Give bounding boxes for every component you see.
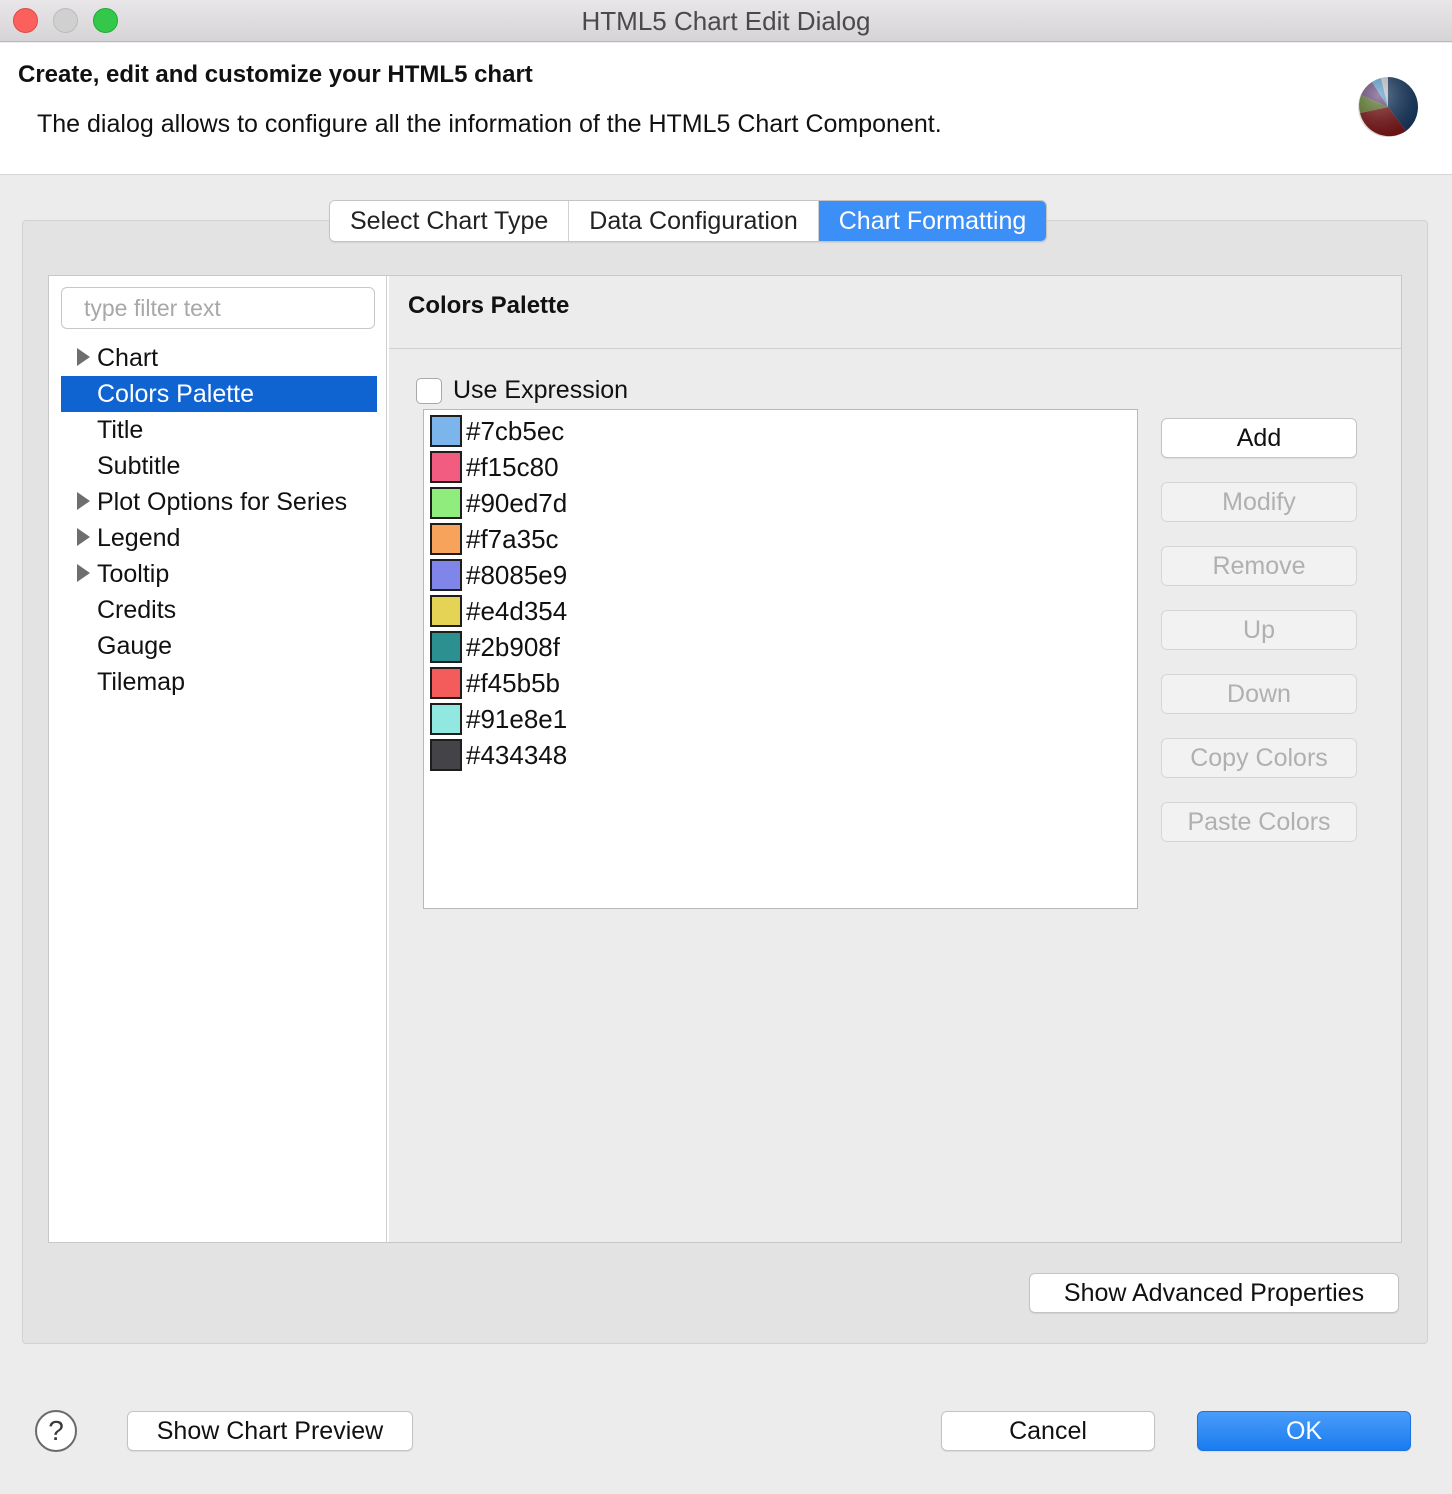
move-down-button[interactable]: Down bbox=[1161, 674, 1357, 714]
tree-item-plot-options[interactable]: Plot Options for Series bbox=[61, 484, 377, 520]
paste-colors-button[interactable]: Paste Colors bbox=[1161, 802, 1357, 842]
move-up-button[interactable]: Up bbox=[1161, 610, 1357, 650]
color-list-item[interactable]: #f45b5b bbox=[424, 665, 1137, 701]
color-value: #f7a35c bbox=[466, 523, 559, 554]
show-advanced-properties-button[interactable]: Show Advanced Properties bbox=[1029, 1273, 1399, 1313]
add-color-button[interactable]: Add bbox=[1161, 418, 1357, 458]
tree-item-tooltip[interactable]: Tooltip bbox=[61, 556, 377, 592]
tree-item-label: Chart bbox=[97, 344, 159, 372]
expand-arrow-icon[interactable] bbox=[77, 492, 90, 510]
tree-item-subtitle[interactable]: Subtitle bbox=[61, 448, 377, 484]
ok-button[interactable]: OK bbox=[1197, 1411, 1411, 1451]
use-expression-label: Use Expression bbox=[453, 376, 629, 404]
property-tree-pane: Chart Colors Palette Title Subtitle Plot… bbox=[49, 276, 387, 1242]
color-swatch bbox=[430, 487, 462, 519]
color-list-item[interactable]: #90ed7d bbox=[424, 485, 1137, 521]
property-tree: Chart Colors Palette Title Subtitle Plot… bbox=[61, 340, 377, 700]
show-chart-preview-button[interactable]: Show Chart Preview bbox=[127, 1411, 413, 1451]
modify-color-button[interactable]: Modify bbox=[1161, 482, 1357, 522]
color-swatch bbox=[430, 667, 462, 699]
remove-color-button[interactable]: Remove bbox=[1161, 546, 1357, 586]
formatting-content: Chart Colors Palette Title Subtitle Plot… bbox=[48, 275, 1402, 1243]
color-value: #90ed7d bbox=[466, 487, 568, 518]
color-list[interactable]: #7cb5ec #f15c80 #90ed7d #f7a35c #8085e9 … bbox=[423, 409, 1138, 909]
color-list-item[interactable]: #7cb5ec bbox=[424, 413, 1137, 449]
tree-item-label: Legend bbox=[97, 524, 181, 552]
tab-select-chart-type[interactable]: Select Chart Type bbox=[330, 201, 570, 241]
section-divider bbox=[389, 348, 1401, 349]
tab-chart-formatting[interactable]: Chart Formatting bbox=[818, 201, 1047, 241]
color-value: #e4d354 bbox=[466, 595, 568, 626]
use-expression-checkbox[interactable] bbox=[416, 377, 442, 404]
tree-item-label: Credits bbox=[97, 596, 177, 624]
colors-palette-pane: Colors Palette Use Expression #7cb5ec #f… bbox=[389, 276, 1401, 1242]
tab-data-configuration[interactable]: Data Configuration bbox=[569, 201, 819, 241]
help-icon[interactable]: ? bbox=[35, 1410, 77, 1452]
color-value: #7cb5ec bbox=[466, 415, 565, 446]
color-value: #434348 bbox=[466, 739, 568, 770]
dialog-header: Create, edit and customize your HTML5 ch… bbox=[0, 43, 1452, 175]
window-title: HTML5 Chart Edit Dialog bbox=[581, 6, 871, 36]
expand-arrow-icon[interactable] bbox=[77, 564, 90, 582]
color-swatch bbox=[430, 523, 462, 555]
color-swatch bbox=[430, 703, 462, 735]
copy-colors-button[interactable]: Copy Colors bbox=[1161, 738, 1357, 778]
tree-item-tilemap[interactable]: Tilemap bbox=[61, 664, 377, 700]
tree-item-label: Colors Palette bbox=[97, 380, 255, 408]
color-value: #2b908f bbox=[466, 631, 560, 662]
tree-item-credits[interactable]: Credits bbox=[61, 592, 377, 628]
color-swatch bbox=[430, 415, 462, 447]
color-list-item[interactable]: #91e8e1 bbox=[424, 701, 1137, 737]
tree-item-label: Tooltip bbox=[97, 560, 170, 588]
color-list-item[interactable]: #f15c80 bbox=[424, 449, 1137, 485]
tree-item-label: Subtitle bbox=[97, 452, 181, 480]
tree-item-colors-palette[interactable]: Colors Palette bbox=[61, 376, 377, 412]
tree-item-label: Gauge bbox=[97, 632, 173, 660]
color-value: #f45b5b bbox=[466, 667, 560, 698]
color-value: #91e8e1 bbox=[466, 703, 568, 734]
tree-item-gauge[interactable]: Gauge bbox=[61, 628, 377, 664]
expand-arrow-icon[interactable] bbox=[77, 528, 90, 546]
color-swatch bbox=[430, 739, 462, 771]
color-swatch bbox=[430, 595, 462, 627]
filter-input[interactable] bbox=[61, 287, 375, 329]
tree-item-title[interactable]: Title bbox=[61, 412, 377, 448]
window-titlebar: HTML5 Chart Edit Dialog bbox=[0, 0, 1452, 42]
color-swatch bbox=[430, 559, 462, 591]
tree-item-label: Title bbox=[97, 416, 144, 444]
cancel-button[interactable]: Cancel bbox=[941, 1411, 1155, 1451]
color-list-item[interactable]: #8085e9 bbox=[424, 557, 1137, 593]
color-value: #8085e9 bbox=[466, 559, 568, 590]
tab-bar: Select Chart Type Data Configuration Cha… bbox=[329, 200, 1048, 242]
color-value: #f15c80 bbox=[466, 451, 559, 482]
tree-item-legend[interactable]: Legend bbox=[61, 520, 377, 556]
color-list-item[interactable]: #f7a35c bbox=[424, 521, 1137, 557]
use-expression-control[interactable]: Use Expression bbox=[416, 376, 628, 405]
color-list-item[interactable]: #e4d354 bbox=[424, 593, 1137, 629]
pie-chart-icon bbox=[1358, 77, 1418, 137]
tree-item-chart[interactable]: Chart bbox=[61, 340, 377, 376]
color-swatch bbox=[430, 631, 462, 663]
color-list-item[interactable]: #434348 bbox=[424, 737, 1137, 773]
tree-item-label: Tilemap bbox=[97, 668, 185, 696]
expand-arrow-icon[interactable] bbox=[77, 348, 90, 366]
color-swatch bbox=[430, 451, 462, 483]
tree-item-label: Plot Options for Series bbox=[97, 488, 348, 516]
header-title: Create, edit and customize your HTML5 ch… bbox=[18, 61, 533, 88]
section-title: Colors Palette bbox=[408, 292, 570, 319]
header-description: The dialog allows to configure all the i… bbox=[37, 110, 942, 138]
color-list-item[interactable]: #2b908f bbox=[424, 629, 1137, 665]
